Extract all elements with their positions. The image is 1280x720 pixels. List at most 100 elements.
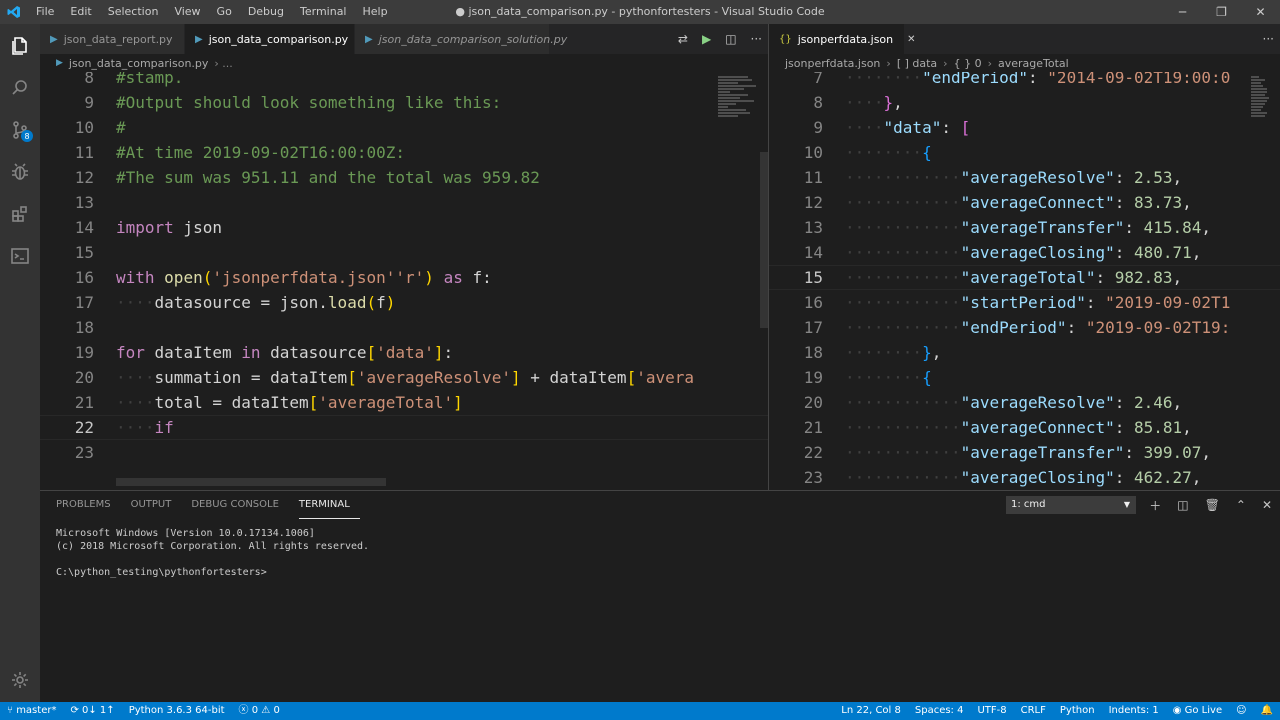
breadcrumb: jsonperfdata.json › [ ] data › { } 0 › average… <box>769 54 1280 72</box>
line-number: 7 <box>813 72 823 87</box>
code-line[interactable]: 15 <box>40 240 768 265</box>
code-line[interactable]: 19 for dataItem in datasource['data']: <box>40 340 768 365</box>
code-line[interactable]: 16 ············"startPeriod": "2019-09-02… <box>769 290 1280 315</box>
source-control-icon[interactable]: 8 <box>0 110 40 150</box>
panel-tab-terminal[interactable]: TERMINAL <box>298 491 360 519</box>
code-line[interactable]: 12 #The sum was 951.11 and the total was … <box>40 165 768 190</box>
menu-file[interactable]: File <box>28 0 62 24</box>
tab-json-data-report[interactable]: ▶ json_data_report.py <box>40 24 185 54</box>
left-horizontal-scrollbar[interactable] <box>116 478 386 486</box>
settings-gear-icon[interactable] <box>0 660 40 700</box>
line-number: 10 <box>803 143 823 162</box>
breadcrumb-segment[interactable]: averageTotal <box>998 57 1069 70</box>
tab-jsonperfdata[interactable]: {} jsonperfdata.json ✕ <box>769 24 916 54</box>
more-actions-icon[interactable]: ··· <box>751 32 762 46</box>
new-terminal-icon[interactable]: ＋ <box>1149 497 1161 514</box>
minimize-icon[interactable]: ─ <box>1163 0 1202 24</box>
breadcrumb-segment[interactable]: jsonperfdata.json <box>785 57 880 70</box>
problems-status[interactable]: ⓧ 0 ⚠ 0 <box>232 702 287 720</box>
breadcrumb-segment[interactable]: [ ] data <box>897 57 937 70</box>
menu-help[interactable]: Help <box>355 0 396 24</box>
indentation[interactable]: Spaces: 4 <box>908 702 971 720</box>
code-line[interactable]: 21 ····total = dataItem['averageTotal'] <box>40 390 768 415</box>
token: #Output should look something like this: <box>116 93 502 112</box>
menu-go[interactable]: Go <box>209 0 240 24</box>
panel-tab-debug-console[interactable]: DEBUG CONSOLE <box>191 491 289 519</box>
code-line[interactable]: 22 ····if <box>40 415 768 440</box>
code-line[interactable]: 9 #Output should look something like this… <box>40 90 768 115</box>
panel-tab-problems[interactable]: PROBLEMS <box>56 491 121 519</box>
line-text: ············"averageClosing": 462.27, <box>845 465 1201 490</box>
code-line[interactable]: 13 <box>40 190 768 215</box>
breadcrumb-file[interactable]: json_data_comparison.py <box>69 57 208 70</box>
code-line[interactable]: 23 ············"averageClosing": 462.27, <box>769 465 1280 490</box>
python-interpreter[interactable]: Python 3.6.3 64-bit <box>122 702 232 720</box>
terminal-icon[interactable] <box>0 236 40 276</box>
explorer-icon[interactable] <box>0 26 40 66</box>
code-line[interactable]: 9 ····"data": [ <box>769 115 1280 140</box>
sync-status[interactable]: ⟳ 0↓ 1↑ <box>63 702 121 720</box>
close-window-icon[interactable]: ✕ <box>1241 0 1280 24</box>
menu-debug[interactable]: Debug <box>240 0 292 24</box>
code-line[interactable]: 16 with open('jsonperfdata.json''r') as f… <box>40 265 768 290</box>
language-mode[interactable]: Python <box>1053 702 1102 720</box>
code-line[interactable]: 19 ········{ <box>769 365 1280 390</box>
line-ending[interactable]: CRLF <box>1014 702 1053 720</box>
menu-view[interactable]: View <box>166 0 208 24</box>
code-line[interactable]: 7 ········"endPeriod": "2014-09-02T19:00:… <box>769 72 1280 90</box>
notifications-bell-icon[interactable]: 🔔 <box>1254 702 1280 720</box>
run-icon[interactable]: ▶ <box>702 32 711 46</box>
code-line[interactable]: 18 <box>40 315 768 340</box>
terminal-selector[interactable]: 1: cmd ▼ <box>1006 496 1136 514</box>
code-line[interactable]: 11 #At time 2019-09-02T16:00:00Z: <box>40 140 768 165</box>
feedback-icon[interactable]: ☺ <box>1229 702 1253 720</box>
right-code-editor[interactable]: 7 ········"endPeriod": "2014-09-02T19:00:… <box>769 72 1280 490</box>
code-line[interactable]: 18 ········}, <box>769 340 1280 365</box>
code-line[interactable]: 8 #stamp. <box>40 72 768 90</box>
menu-terminal[interactable]: Terminal <box>292 0 355 24</box>
cursor-position[interactable]: Ln 22, Col 8 <box>834 702 908 720</box>
code-line[interactable]: 15 ············"averageTotal": 982.83, <box>769 265 1280 290</box>
panel-tab-output[interactable]: OUTPUT <box>131 491 182 519</box>
code-line[interactable]: 11 ············"averageResolve": 2.53, <box>769 165 1280 190</box>
indents-status[interactable]: Indents: 1 <box>1102 702 1166 720</box>
code-line[interactable]: 10 # <box>40 115 768 140</box>
code-line[interactable]: 20 ············"averageResolve": 2.46, <box>769 390 1280 415</box>
encoding[interactable]: UTF-8 <box>970 702 1013 720</box>
code-line[interactable]: 10 ········{ <box>769 140 1280 165</box>
breadcrumb-segment[interactable]: { } 0 <box>954 57 982 70</box>
token: 2.46 <box>1133 393 1173 412</box>
go-live-button[interactable]: ◉ Go Live <box>1166 702 1229 720</box>
code-line[interactable]: 14 import json <box>40 215 768 240</box>
code-line[interactable]: 14 ············"averageClosing": 480.71, <box>769 240 1280 265</box>
extensions-icon[interactable] <box>0 194 40 234</box>
more-actions-icon[interactable]: ··· <box>1263 32 1274 46</box>
menu-edit[interactable]: Edit <box>62 0 99 24</box>
code-line[interactable]: 17 ····datasource = json.load(f) <box>40 290 768 315</box>
code-line[interactable]: 12 ············"averageConnect": 83.73, <box>769 190 1280 215</box>
open-changes-icon[interactable]: ⇄ <box>678 32 688 46</box>
branch-status[interactable]: ⑂ master* <box>0 702 63 720</box>
close-tab-icon[interactable]: ✕ <box>907 34 915 45</box>
close-panel-icon[interactable]: ✕ <box>1262 498 1272 512</box>
code-line[interactable]: 8 ····}, <box>769 90 1280 115</box>
kill-terminal-icon[interactable]: 🗑 <box>1205 498 1220 512</box>
code-line[interactable]: 17 ············"endPeriod": "2019-09-02T1… <box>769 315 1280 340</box>
code-line[interactable]: 21 ············"averageConnect": 85.81, <box>769 415 1280 440</box>
search-icon[interactable] <box>0 68 40 108</box>
menu-selection[interactable]: Selection <box>100 0 167 24</box>
debug-icon[interactable] <box>0 152 40 192</box>
token: "2019-09-02T19: <box>1085 318 1231 337</box>
tab-json-data-comparison[interactable]: ▶ json_data_comparison.py ● <box>185 24 370 54</box>
tab-json-data-comparison-solution[interactable]: ▶ json_data_comparison_solution.py <box>355 24 567 54</box>
restore-icon[interactable]: ❐ <box>1202 0 1241 24</box>
code-line[interactable]: 13 ············"averageTransfer": 415.84, <box>769 215 1280 240</box>
code-line[interactable]: 22 ············"averageTransfer": 399.07, <box>769 440 1280 465</box>
split-terminal-icon[interactable]: ◫ <box>1177 498 1188 512</box>
split-editor-icon[interactable]: ◫ <box>725 32 736 46</box>
terminal-output[interactable]: Microsoft Windows [Version 10.0.17134.10… <box>40 519 1280 587</box>
maximize-panel-icon[interactable]: ⌃ <box>1236 498 1246 512</box>
code-line[interactable]: 23 <box>40 440 768 465</box>
code-line[interactable]: 20 ····summation = dataItem['averageResol… <box>40 365 768 390</box>
left-code-editor[interactable]: 8 #stamp. 9 #Output should look something l… <box>40 72 768 490</box>
